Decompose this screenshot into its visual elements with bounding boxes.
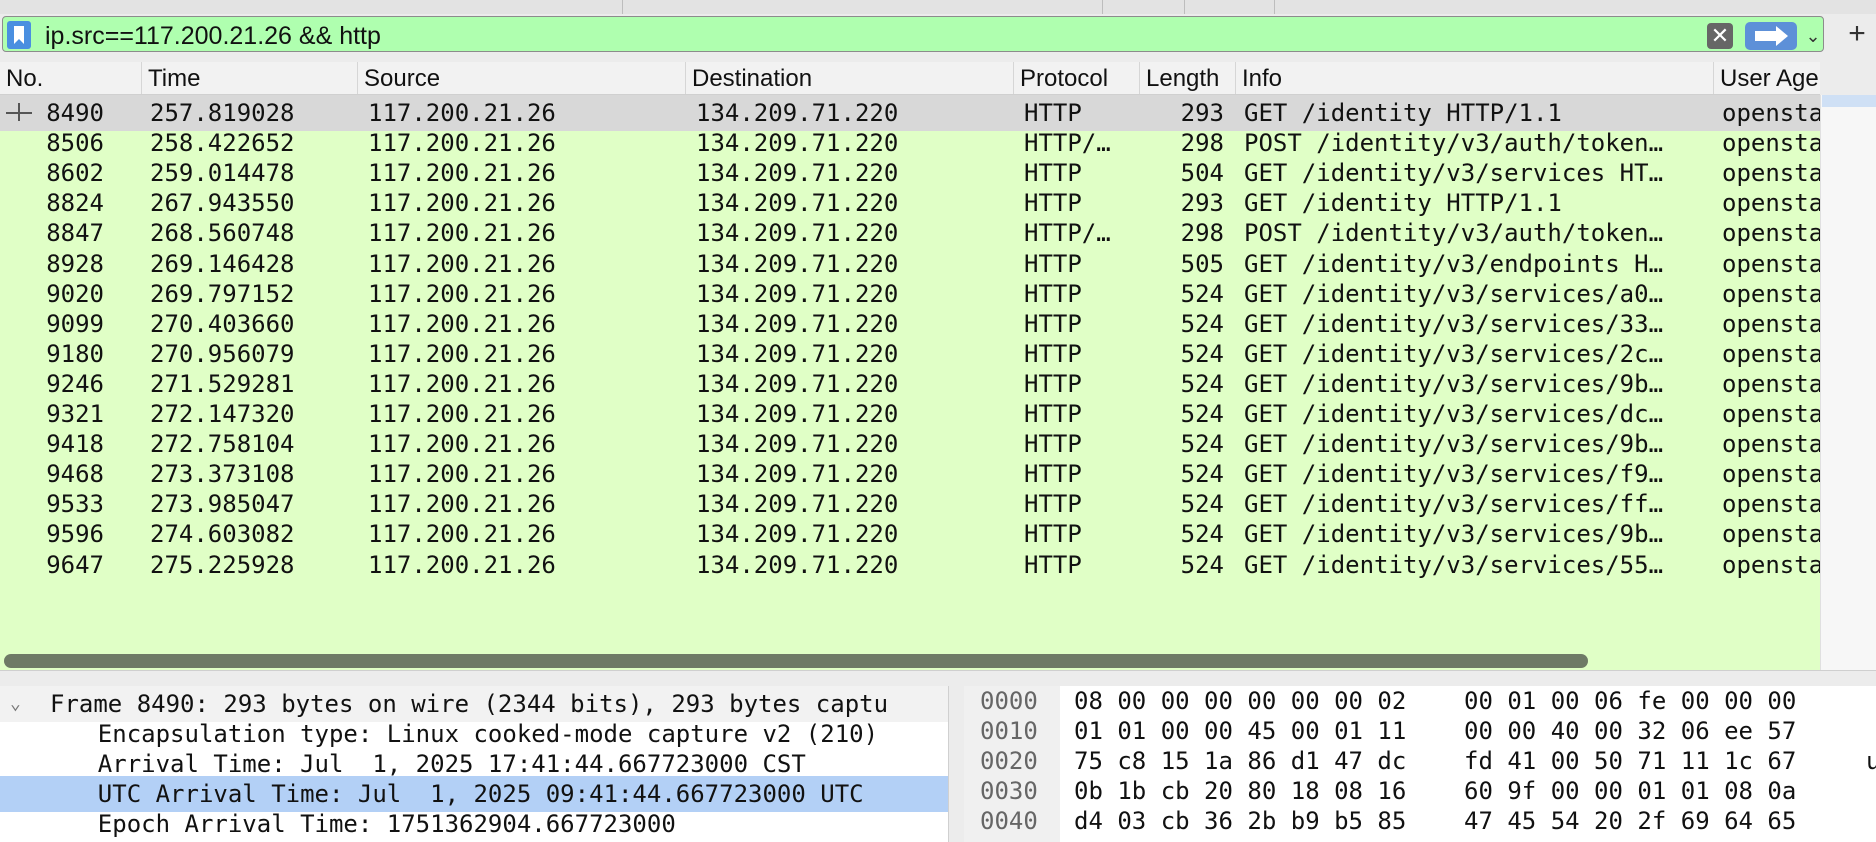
packet-row[interactable]: 9647 275.225928 117.200.21.26 134.209.71.22… xyxy=(0,547,1820,583)
detail-text: Epoch Arrival Time: 1751362904.667723000 xyxy=(40,810,676,838)
bytes-row[interactable]: 0000 08 00 00 00 00 00 00 02 00 01 00 06 f… xyxy=(964,686,1876,716)
packet-length: 524 xyxy=(1180,550,1224,579)
packet-time: 275.225928 xyxy=(150,550,295,579)
hex-bytes: 00 01 00 06 fe 00 00 00 xyxy=(1464,687,1797,715)
column-header-no[interactable]: No. xyxy=(0,62,142,94)
packet-destination: 134.209.71.220 xyxy=(696,550,899,579)
byte-offset: 0030 xyxy=(980,777,1038,805)
column-header-info[interactable]: Info xyxy=(1236,62,1714,94)
column-header-length[interactable]: Length xyxy=(1140,62,1236,94)
byte-offset: 0040 xyxy=(980,807,1038,835)
packet-bytes-pane: 0000 08 00 00 00 00 00 00 02 00 01 00 06 f… xyxy=(964,686,1876,842)
hex-bytes: 00 00 40 00 32 06 ee 57 xyxy=(1464,717,1797,745)
toolbar-segment xyxy=(0,0,623,14)
hex-bytes: 01 01 00 00 45 00 01 11 xyxy=(1074,717,1407,745)
byte-offset: 0020 xyxy=(980,747,1038,775)
packet-list-header: No. Time Source Destination Protocol Len… xyxy=(0,62,1820,95)
bytes-row[interactable]: 0040 d4 03 cb 36 2b b9 b5 85 47 45 54 20 2… xyxy=(964,806,1876,836)
top-toolbar-strip xyxy=(0,0,1876,15)
filter-history-dropdown[interactable]: ⌄ xyxy=(1803,23,1823,49)
hex-bytes: 75 c8 15 1a 86 d1 47 dc xyxy=(1074,747,1407,775)
toolbar-segment xyxy=(622,0,1103,14)
column-header-time[interactable]: Time xyxy=(142,62,358,94)
bytes-row[interactable]: 0030 0b 1b cb 20 80 18 08 16 60 9f 00 00 0… xyxy=(964,776,1876,806)
add-filter-button[interactable]: + xyxy=(1842,16,1872,52)
packet-source: 117.200.21.26 xyxy=(368,550,556,579)
detail-tree-item[interactable]: Epoch Arrival Time: 1751362904.667723000 xyxy=(0,806,948,842)
hex-bytes: 47 45 54 20 2f 69 64 65 xyxy=(1464,807,1797,835)
pane-divider[interactable] xyxy=(948,686,965,842)
packet-details-pane: ⌄ Frame 8490: 293 bytes on wire (2344 bit… xyxy=(0,686,948,842)
display-filter-input[interactable]: ip.src==117.200.21.26 && http ✕ ⌄ xyxy=(2,16,1824,52)
hex-bytes: d4 03 cb 36 2b b9 b5 85 xyxy=(1074,807,1407,835)
pane-splitter[interactable] xyxy=(0,670,1876,687)
filter-text[interactable]: ip.src==117.200.21.26 && http xyxy=(45,22,381,51)
bytes-row[interactable]: 0020 75 c8 15 1a 86 d1 47 dc fd 41 00 50 7… xyxy=(964,746,1876,776)
column-header-protocol[interactable]: Protocol xyxy=(1014,62,1140,94)
column-header-destination[interactable]: Destination xyxy=(686,62,1014,94)
column-header-user-agent[interactable]: User Age xyxy=(1714,62,1820,94)
clear-filter-button[interactable]: ✕ xyxy=(1707,23,1733,49)
column-header-source[interactable]: Source xyxy=(358,62,686,94)
horizontal-scrollbar[interactable] xyxy=(4,654,1588,668)
packet-info: GET /identity/v3/services/55… xyxy=(1244,550,1664,579)
scroll-thumb[interactable] xyxy=(1822,95,1876,107)
bookmark-icon[interactable] xyxy=(7,21,31,49)
hex-bytes: 08 00 00 00 00 00 00 02 xyxy=(1074,687,1407,715)
packet-user-agent: opensta xyxy=(1722,550,1820,579)
ascii-bytes: u xyxy=(1866,747,1876,775)
bytes-row[interactable]: 0010 01 01 00 00 45 00 01 11 00 00 40 00 3… xyxy=(964,716,1876,746)
hex-bytes: 60 9f 00 00 01 01 08 0a xyxy=(1464,777,1797,805)
packet-protocol: HTTP xyxy=(1024,550,1082,579)
hex-bytes: 0b 1b cb 20 80 18 08 16 xyxy=(1074,777,1407,805)
display-filter-bar: ip.src==117.200.21.26 && http ✕ ⌄ + xyxy=(0,14,1876,56)
byte-offset: 0000 xyxy=(980,687,1038,715)
vertical-scrollbar[interactable] xyxy=(1820,95,1876,670)
packet-no: 9647 xyxy=(46,550,104,579)
packet-list: No. Time Source Destination Protocol Len… xyxy=(0,62,1820,670)
apply-filter-button[interactable] xyxy=(1745,22,1797,50)
hex-bytes: fd 41 00 50 71 11 1c 67 xyxy=(1464,747,1797,775)
toolbar-segment xyxy=(1184,0,1275,14)
toolbar-segment xyxy=(1102,0,1185,14)
byte-offset: 0010 xyxy=(980,717,1038,745)
